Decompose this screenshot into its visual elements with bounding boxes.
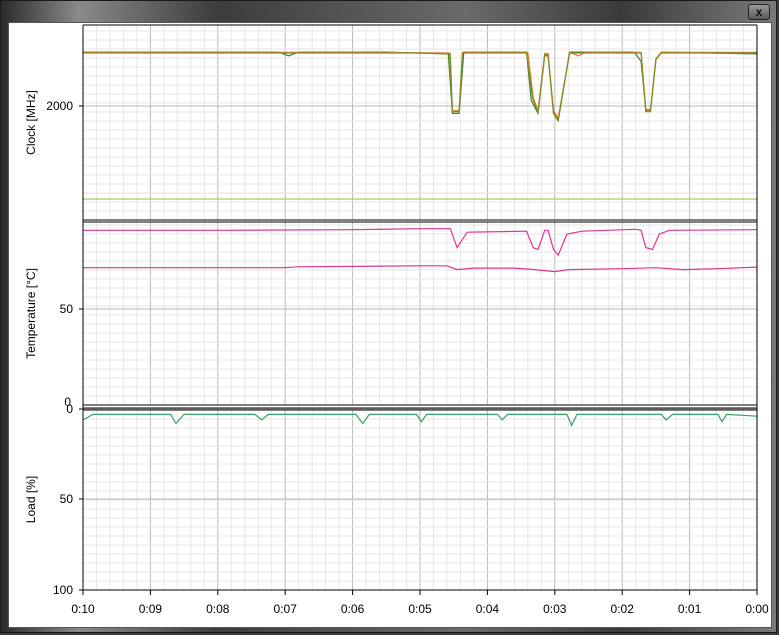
y-tick-label: 0 xyxy=(64,395,71,409)
y-tick-label: 50 xyxy=(60,302,74,316)
close-button[interactable]: x xyxy=(748,4,770,20)
x-tick-label: 0:02 xyxy=(611,602,635,616)
x-tick-label: 0:10 xyxy=(71,602,95,616)
y-axis-title: Load [%] xyxy=(24,476,38,523)
y-tick-label: 100 xyxy=(53,583,73,597)
clock-grid xyxy=(82,25,758,221)
x-tick-label: 0:00 xyxy=(745,602,769,616)
app-window: x 2000 50 0 50 100 0 Clock [MHz] Temperature [°… xyxy=(0,0,777,633)
x-tick-label: 0:07 xyxy=(274,602,298,616)
sensor-chart: 2000500501000Clock [MHz]Temperature [°C]… xyxy=(24,24,769,616)
y-tick-label: 2000 xyxy=(46,99,73,113)
chart-area: 2000 50 0 50 100 0 Clock [MHz] Temperature [°C]… xyxy=(8,22,772,628)
x-tick-label: 0:06 xyxy=(341,602,365,616)
close-icon: x xyxy=(755,5,763,19)
x-tick-label: 0:01 xyxy=(678,602,702,616)
x-tick-label: 0:09 xyxy=(139,602,163,616)
x-tick-label: 0:03 xyxy=(543,602,567,616)
x-tick-label: 0:08 xyxy=(206,602,230,616)
temperature-grid xyxy=(82,222,758,406)
y-tick-label: 50 xyxy=(60,492,74,506)
y-axis-title: Clock [MHz] xyxy=(24,90,38,155)
x-tick-label: 0:04 xyxy=(476,602,500,616)
load-grid xyxy=(82,408,758,591)
x-tick-label: 0:05 xyxy=(408,602,432,616)
y-axis-title: Temperature [°C] xyxy=(24,268,38,359)
